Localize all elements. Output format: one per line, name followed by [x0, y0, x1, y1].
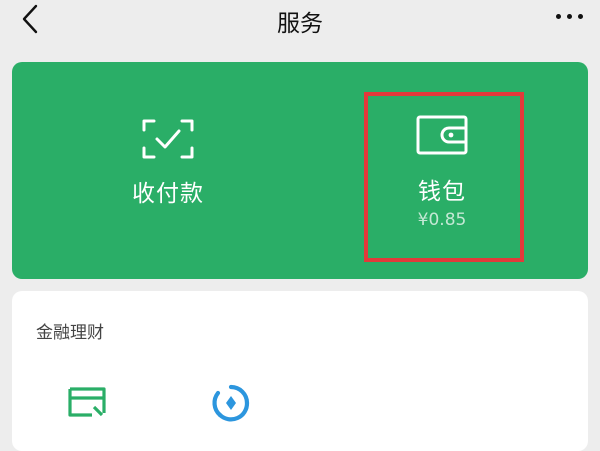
credit-card-icon[interactable] [68, 387, 106, 419]
pay-receive-tile[interactable]: 收付款 [108, 112, 228, 222]
more-dots-icon [556, 14, 561, 19]
scan-check-icon [142, 119, 194, 159]
pay-receive-label: 收付款 [132, 181, 204, 207]
services-card: 收付款 钱包 ¥0.85 [12, 62, 588, 279]
finance-section-title: 金融理财 [36, 323, 104, 343]
wallet-highlight-box [364, 92, 524, 262]
top-bar: 服务 [0, 0, 600, 44]
finance-card: 金融理财 [12, 291, 588, 451]
more-button[interactable] [550, 4, 590, 28]
page-title: 服务 [277, 11, 323, 37]
fund-icon[interactable] [210, 383, 252, 423]
